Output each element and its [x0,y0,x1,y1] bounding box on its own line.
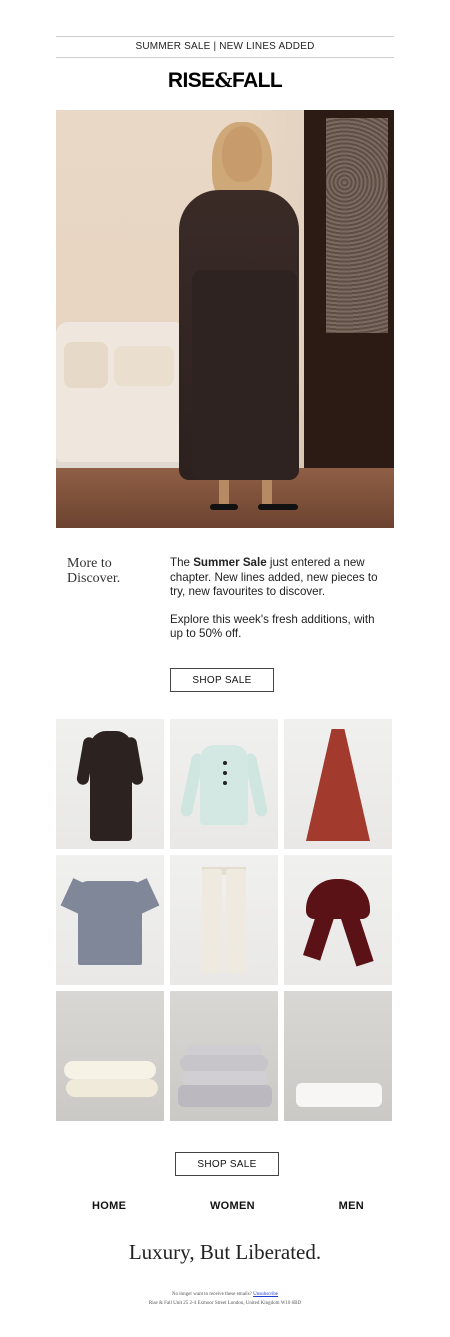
blouse-button-icon [223,771,227,775]
light-blouse-icon [200,745,248,825]
cream-trousers-icon [202,869,222,973]
intro-paragraph-1: The Summer Sale just entered a new chapt… [170,556,390,600]
intro-section: More to Discover. The Summer Sale just e… [56,556,394,646]
folded-sheets-icon [188,1045,262,1055]
intro-lead-line2: Discover. [67,571,121,586]
folded-linen-icon [296,1083,382,1107]
product-tile-pillowcases[interactable] [56,991,164,1121]
intro-p1-before: The [170,556,194,569]
folded-sheets-icon [180,1055,268,1071]
announcement-bar: SUMMER SALE | NEW LINES ADDED [56,36,394,58]
intro-copy: The Summer Sale just entered a new chapt… [170,556,390,655]
pillowcases-icon [64,1061,156,1079]
hero-door [304,110,394,470]
brand-part1: RISE [167,69,215,92]
hero-image[interactable] [56,110,394,528]
hero-model [174,120,314,520]
burgundy-scarf-icon-tail [340,911,374,967]
shop-sale-button-top[interactable]: SHOP SALE [170,668,274,692]
brand-amp: & [214,68,233,92]
hero-cushion [64,342,108,388]
folded-sheets-icon [178,1085,272,1107]
blouse-button-icon [223,761,227,765]
cream-trousers-icon [226,869,246,973]
product-grid [56,719,394,1121]
red-dress-icon [306,729,370,841]
nav-men-link[interactable]: MEN [339,1200,364,1218]
product-tile-scarf[interactable] [284,855,392,985]
product-tile-trousers[interactable] [170,855,278,985]
announcement-text: SUMMER SALE | NEW LINES ADDED [135,41,315,52]
product-tile-linen[interactable] [284,991,392,1121]
intro-paragraph-2: Explore this week's fresh additions, wit… [170,612,375,641]
nav-women-link[interactable]: WOMEN [210,1200,255,1218]
hero-model-skirt [192,270,297,480]
product-tile-blouse[interactable] [170,719,278,849]
intro-p1-bold: Summer Sale [193,556,267,569]
product-tile-sheets[interactable] [170,991,278,1121]
footer-nav: HOME WOMEN MEN [56,1200,394,1218]
hero-model-head [222,126,262,182]
folded-sheets-icon [182,1071,268,1085]
hero-sofa [56,322,186,472]
intro-lead: More to Discover. [67,556,157,586]
brand-logo[interactable]: RISE&FALL [56,68,394,94]
brand-tagline: Luxury, But Liberated. [128,1240,322,1264]
blouse-button-icon [223,781,227,785]
hero-cushion [114,346,174,386]
dark-dress-icon [90,731,132,841]
product-tile-red-dress[interactable] [284,719,392,849]
product-tile-tshirt[interactable] [56,855,164,985]
nav-home-link[interactable]: HOME [92,1200,126,1218]
unsubscribe-prompt: No longer want to receive these emails? [171,1292,252,1297]
hero-model-sandal [210,504,238,510]
intro-lead-line1: More to [67,556,112,571]
pillowcases-icon [66,1079,158,1097]
unsubscribe-link[interactable]: Unsubscribe [253,1292,278,1297]
company-address: Rise & Fall Unit 25 2-4 Exmoor Street Lo… [148,1301,302,1306]
grey-tshirt-icon [78,881,142,965]
shop-sale-button-bottom[interactable]: SHOP SALE [175,1152,279,1176]
brand-part2: FALL [232,69,283,92]
hero-model-sandal [258,504,298,510]
product-tile-dress[interactable] [56,719,164,849]
hero-door-glass [326,118,388,333]
